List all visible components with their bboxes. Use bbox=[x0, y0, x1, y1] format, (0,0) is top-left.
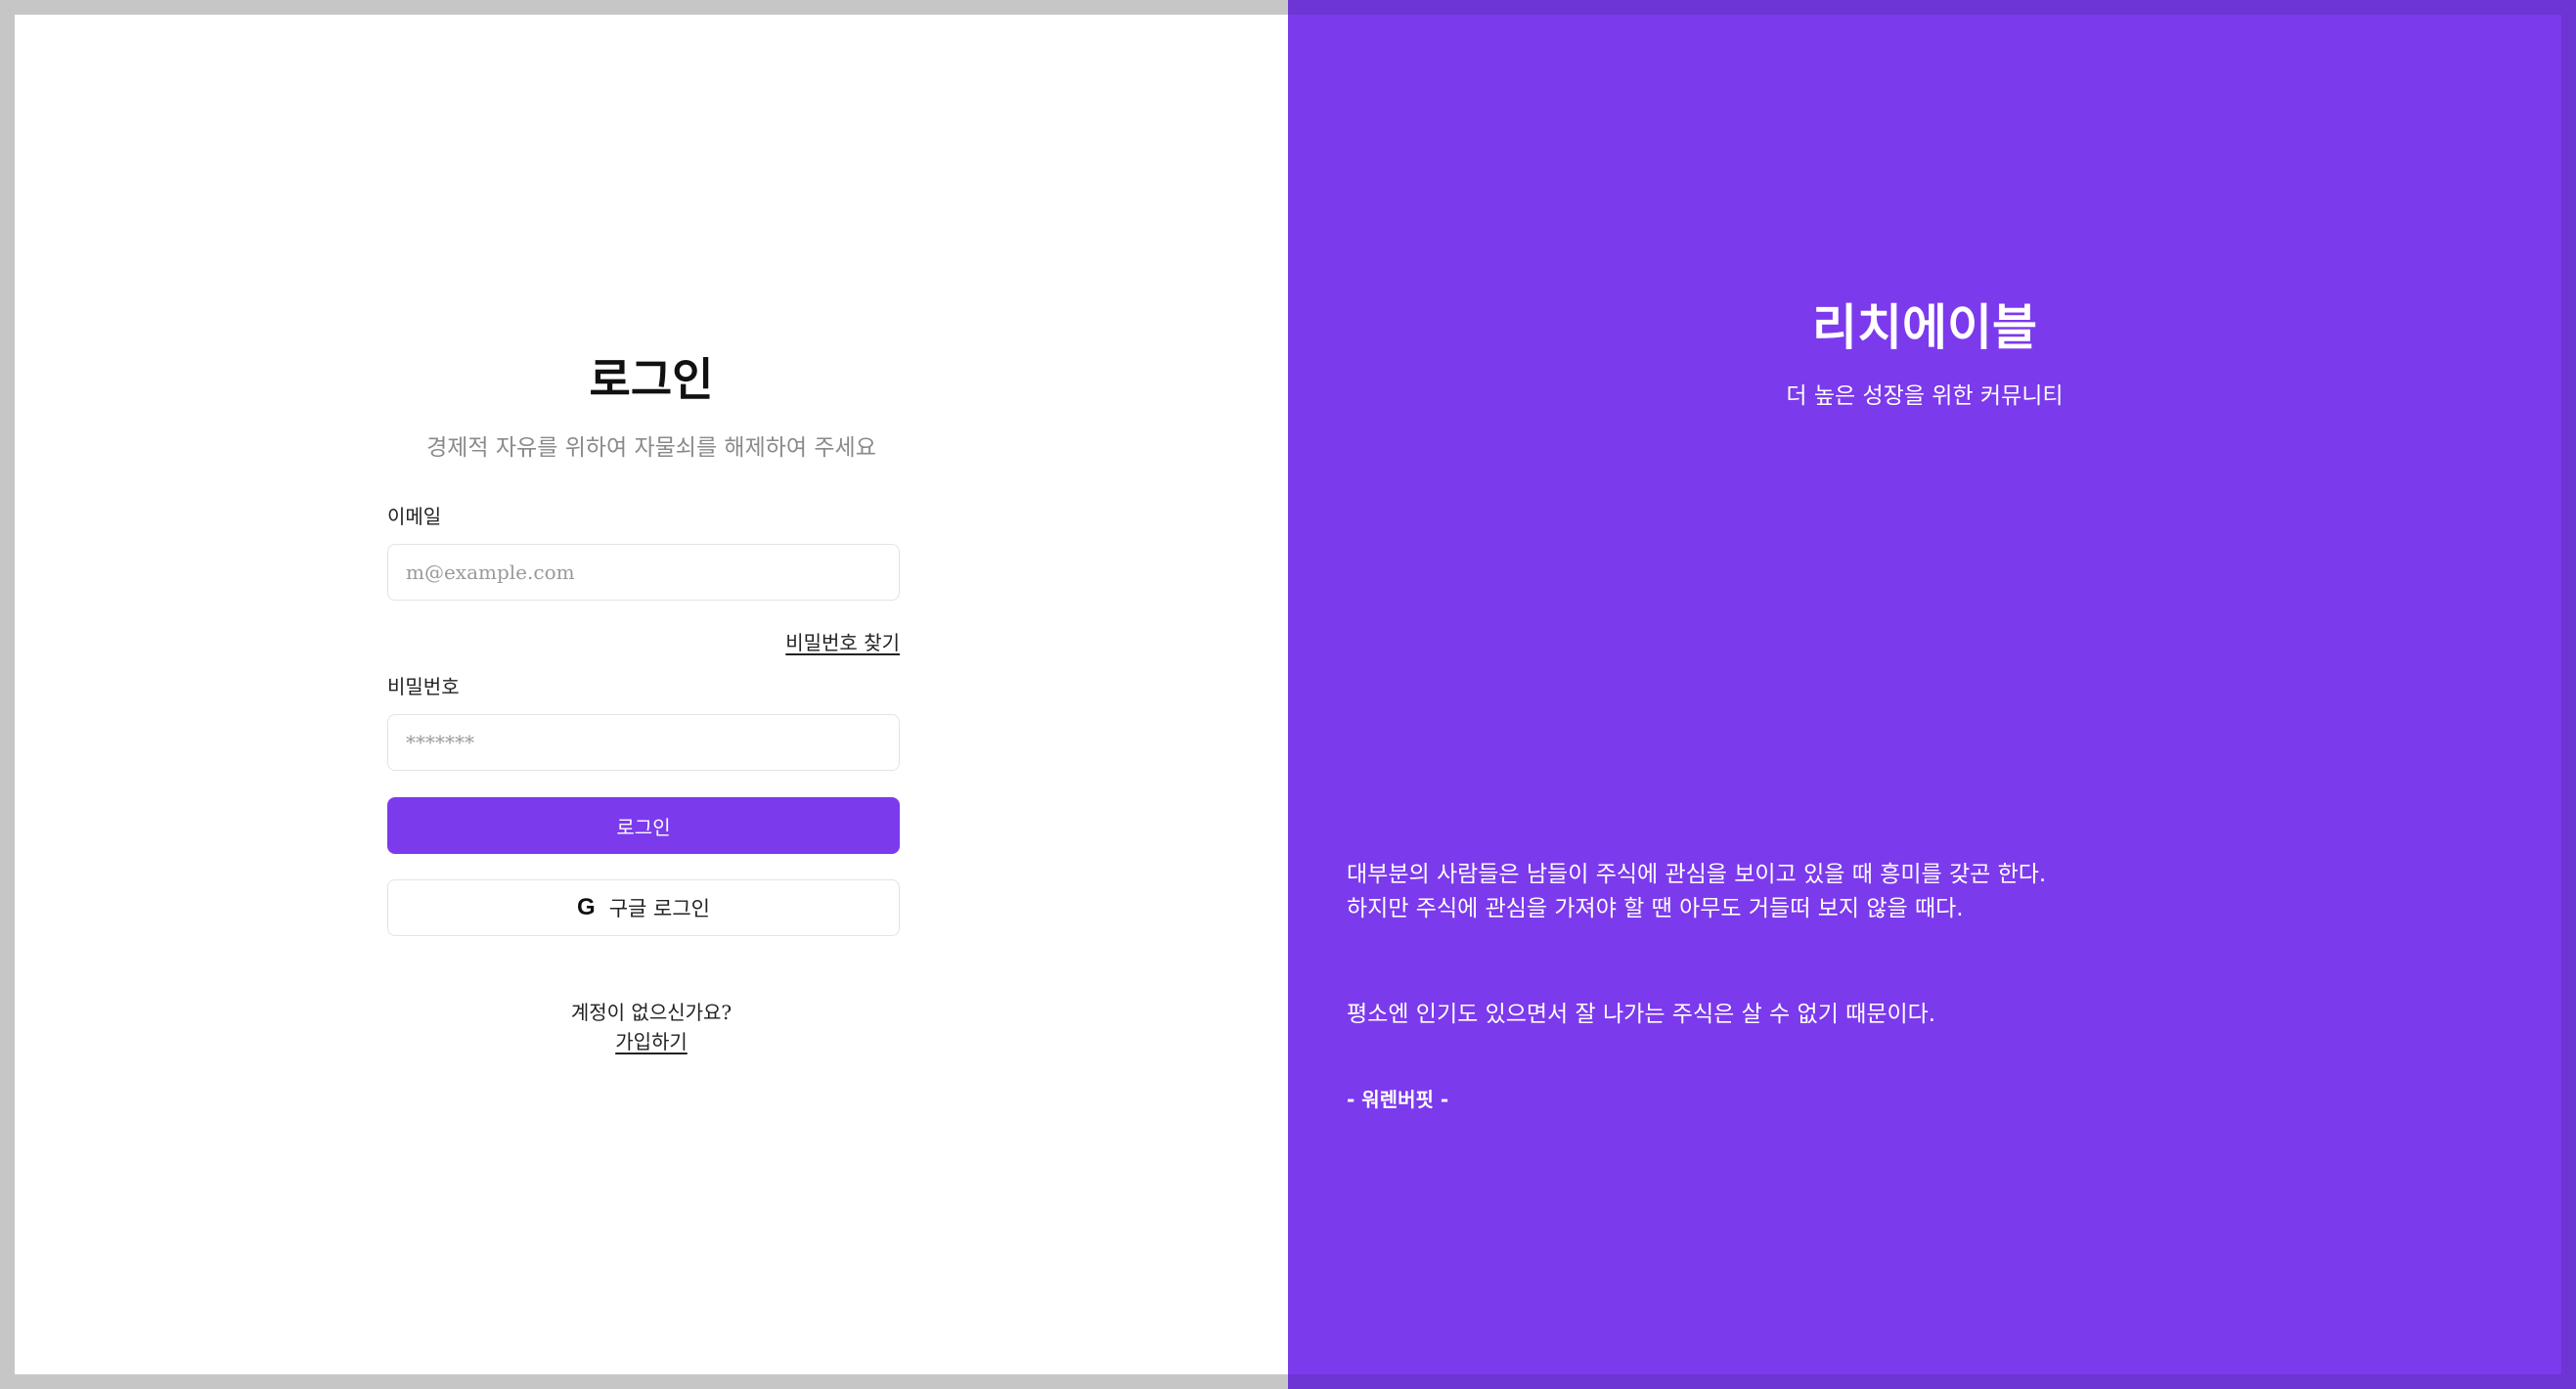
quote-line-1: 대부분의 사람들은 남들이 주식에 관심을 보이고 있을 때 흥미를 갖곤 한다… bbox=[1347, 862, 2047, 887]
password-input[interactable] bbox=[387, 714, 900, 771]
no-account-text: 계정이 없으신가요? bbox=[570, 1001, 733, 1024]
brand-title: 리치에이블 bbox=[1812, 299, 2037, 356]
email-input[interactable] bbox=[387, 544, 900, 601]
login-title: 로그인 bbox=[589, 353, 714, 406]
signup-link[interactable]: 가입하기 bbox=[615, 1030, 688, 1053]
email-label: 이메일 bbox=[387, 505, 442, 528]
quote-line-2: 하지만 주식에 관심을 가져야 할 땐 아무도 거들떠 보지 않을 때다. bbox=[1347, 896, 1964, 921]
forgot-password-link[interactable]: 비밀번호 찾기 bbox=[785, 627, 900, 655]
login-subtitle: 경제적 자유를 위하여 자물쇠를 해제하여 주세요 bbox=[426, 435, 876, 461]
password-label: 비밀번호 bbox=[387, 675, 460, 698]
browser-frame: 로그인 경제적 자유를 위하여 자물쇠를 해제하여 주세요 이메일 비밀번호 찾… bbox=[0, 0, 2576, 1389]
brand-panel: 리치에이블 더 높은 성장을 위한 커뮤니티 대부분의 사람들은 남들이 주식에… bbox=[1288, 0, 2576, 1389]
brand-panel-inner: 리치에이블 더 높은 성장을 위한 커뮤니티 대부분의 사람들은 남들이 주식에… bbox=[1288, 15, 2561, 1374]
google-login-label: 구글 로그인 bbox=[608, 897, 710, 920]
google-login-button[interactable]: G 구글 로그인 bbox=[387, 879, 900, 936]
login-button[interactable]: 로그인 bbox=[387, 797, 900, 854]
login-panel: 로그인 경제적 자유를 위하여 자물쇠를 해제하여 주세요 이메일 비밀번호 찾… bbox=[15, 15, 1288, 1374]
google-icon: G bbox=[577, 894, 596, 920]
brand-subtitle: 더 높은 성장을 위한 커뮤니티 bbox=[1786, 383, 2064, 409]
quote-line-3: 평소엔 인기도 있으면서 잘 나가는 주식은 살 수 없기 때문이다. bbox=[1347, 1002, 1936, 1027]
quote-author: - 워렌버핏 - bbox=[1347, 1088, 1449, 1111]
signup-link-wrapper: 가입하기 bbox=[15, 1026, 1288, 1054]
